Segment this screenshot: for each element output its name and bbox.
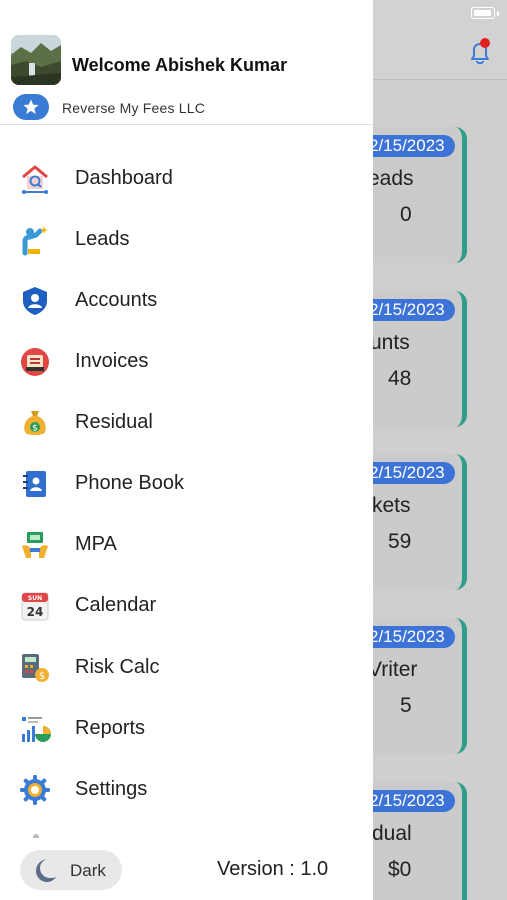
risk-calc-icon: $: [22, 653, 49, 682]
money-bag-icon: $: [24, 410, 46, 435]
header-divider: [0, 124, 373, 125]
menu-label: Dashboard: [75, 167, 173, 189]
card-date: 2/15/2023: [359, 299, 455, 321]
reports-icon: [22, 716, 51, 742]
menu-item-residual[interactable]: $ Residual: [0, 392, 373, 453]
menu-item-leads[interactable]: Leads: [0, 209, 373, 270]
menu-item-calendar[interactable]: SUN 24 Calendar: [0, 575, 373, 636]
card-date: 2/15/2023: [359, 135, 455, 157]
invoices-icon: [21, 347, 49, 376]
card-value: 48: [388, 367, 412, 390]
menu-item-phone-book[interactable]: Phone Book: [0, 453, 373, 514]
avatar[interactable]: [11, 35, 61, 85]
mpa-icon: [22, 531, 48, 558]
gear-icon: [20, 774, 50, 805]
leads-icon: [22, 225, 48, 255]
card-date: 2/15/2023: [359, 462, 455, 484]
menu-item-invoices[interactable]: Invoices: [0, 331, 373, 392]
card-title: unts: [370, 331, 410, 354]
menu-label: Leads: [75, 228, 130, 250]
menu-label: Phone Book: [75, 472, 184, 494]
menu-label: Settings: [75, 778, 148, 800]
svg-text:SUN: SUN: [28, 595, 42, 602]
menu-item-accounts[interactable]: Accounts: [0, 270, 373, 331]
star-icon: [13, 94, 49, 120]
card-title: dual: [372, 822, 412, 845]
card-value: 59: [388, 530, 412, 553]
menu-item-settings[interactable]: Settings: [0, 759, 373, 820]
svg-text:24: 24: [27, 605, 44, 619]
company-name: Reverse My Fees LLC: [62, 100, 206, 116]
menu-label: MPA: [75, 533, 117, 555]
menu-item-risk-calc[interactable]: $ Risk Calc: [0, 637, 373, 698]
card-value: $0: [388, 858, 412, 881]
scroll-hint: [33, 834, 39, 838]
card-value: 5: [400, 694, 412, 717]
accounts-shield-icon: [23, 286, 47, 315]
card-date: 2/15/2023: [359, 790, 455, 812]
phone-book-icon: [23, 470, 46, 497]
battery-tip: [497, 11, 499, 16]
menu-label: Residual: [75, 411, 153, 433]
svg-text:$: $: [32, 423, 38, 433]
menu-label: Accounts: [75, 289, 158, 311]
card-date: 2/15/2023: [359, 626, 455, 648]
menu-label: Calendar: [75, 594, 157, 616]
menu-label: Reports: [75, 717, 146, 739]
calendar-icon: SUN 24: [21, 592, 49, 620]
dashboard-icon: [22, 165, 48, 194]
menu-label: Risk Calc: [75, 656, 160, 678]
menu-label: Invoices: [75, 350, 149, 372]
card-value: 0: [400, 203, 412, 226]
side-drawer: Welcome Abishek Kumar Reverse My Fees LL…: [0, 0, 373, 900]
card-title: eads: [368, 167, 414, 190]
menu-item-dashboard[interactable]: Dashboard: [0, 148, 373, 209]
battery-icon: [471, 7, 495, 19]
svg-text:$: $: [39, 671, 45, 682]
notification-bell-icon[interactable]: [463, 36, 497, 70]
dark-mode-label: Dark: [70, 861, 106, 880]
menu-item-mpa[interactable]: MPA: [0, 514, 373, 575]
version-text: Version : 1.0: [217, 858, 329, 880]
welcome-text: Welcome Abishek Kumar: [72, 55, 288, 75]
menu-item-reports[interactable]: Reports: [0, 698, 373, 759]
dark-mode-toggle[interactable]: Dark: [20, 850, 122, 890]
moon-icon: [36, 859, 56, 882]
card-title: Vriter: [368, 658, 418, 681]
card-title: kets: [372, 494, 411, 517]
